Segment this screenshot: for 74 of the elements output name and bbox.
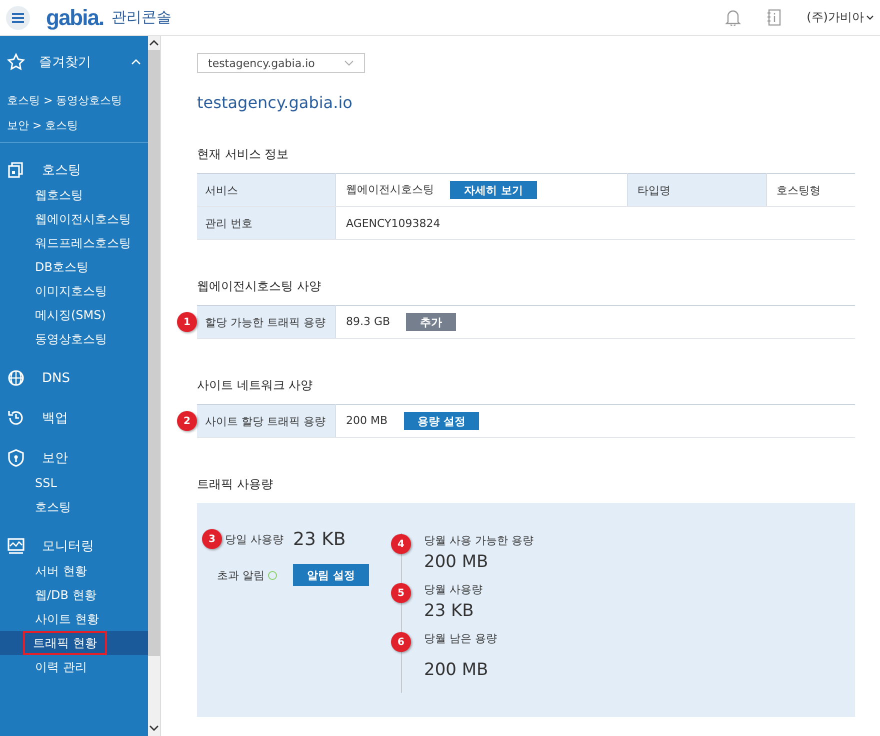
chevron-down-icon [344, 60, 354, 66]
stat-label: 당월 사용 가능한 용량 [424, 533, 534, 548]
label-cell: 타입명 [627, 174, 766, 206]
section-title: 현재 서비스 정보 [197, 146, 290, 163]
step-badge: 5 [391, 583, 411, 603]
stat-value: 200 MB [424, 552, 490, 572]
shield-icon [7, 449, 25, 467]
scroll-down-icon[interactable] [149, 725, 159, 732]
usage-label: 당일 사용량 [225, 532, 284, 546]
action-button[interactable]: 용량 설정 [404, 412, 480, 430]
nav-group[interactable]: 호스팅 [42, 161, 81, 179]
alert-label: 초과 알림 [217, 568, 264, 582]
nav-group[interactable]: DNS [42, 370, 70, 386]
globe-icon [7, 369, 25, 387]
stat-label: 당월 사용량 [424, 582, 484, 597]
monitor-icon [7, 537, 25, 555]
nav-item[interactable]: 메시징(SMS) [0, 303, 148, 327]
domain-select[interactable]: testagency.gabia.io [197, 53, 365, 73]
usage-value: 23 KB [293, 528, 346, 550]
section-title: 웹에이전시호스팅 사양 [197, 278, 322, 295]
nav-group[interactable]: 보안 [42, 449, 68, 467]
bell-icon[interactable] [724, 9, 741, 26]
stat-label: 당월 남은 용량 [424, 631, 498, 646]
history-icon [7, 409, 25, 427]
stat-value: 23 KB [424, 601, 475, 621]
menu-icon [11, 12, 25, 24]
nav-item[interactable]: 워드프레스호스팅 [0, 231, 148, 255]
nav-item[interactable]: 호스팅 [0, 495, 148, 519]
logo[interactable]: gabia. [46, 4, 104, 30]
menu-button[interactable] [6, 6, 30, 30]
action-button[interactable]: 알림 설정 [293, 564, 369, 586]
scrollbar[interactable] [148, 36, 161, 736]
nav-item[interactable]: 이력 관리 [0, 655, 148, 679]
nav-item[interactable]: SSL [0, 471, 148, 495]
nav-item[interactable]: 사이트 현황 [0, 607, 148, 631]
chevron-down-icon [866, 14, 874, 20]
star-icon [7, 53, 25, 71]
step-badge: 1 [177, 312, 197, 332]
account-menu[interactable]: (주)가비아 [806, 9, 874, 26]
nav-item[interactable]: DB호스팅 [0, 255, 148, 279]
app-title: 관리콘솔 [112, 8, 172, 27]
stat-value: 200 MB [424, 660, 490, 680]
label-cell: 서비스 [197, 174, 336, 206]
step-badge: 2 [177, 411, 197, 431]
nav-group[interactable]: 모니터링 [42, 537, 94, 555]
nav-item[interactable]: 웹호스팅 [0, 183, 148, 207]
step-badge: 6 [391, 632, 411, 652]
pages-icon [7, 161, 25, 179]
value-text: 200 MB [346, 414, 388, 428]
section-title: 트래픽 사용량 [197, 476, 274, 493]
favorites-header[interactable]: 즐겨찾기 [39, 53, 117, 71]
nav-item[interactable]: 웹/DB 현황 [0, 583, 148, 607]
nav-item[interactable]: 트래픽 현황 [0, 631, 148, 655]
section-title: 사이트 네트워크 사양 [197, 377, 314, 394]
scroll-up-icon[interactable] [149, 39, 159, 46]
step-badge: 4 [391, 534, 411, 554]
value-text: AGENCY1093824 [346, 216, 440, 230]
action-button[interactable]: 추가 [406, 313, 456, 331]
chevron-up-icon[interactable] [131, 59, 141, 65]
nav-item[interactable]: 서버 현황 [0, 559, 148, 583]
step-badge: 3 [202, 529, 222, 549]
value-text: 웹에이전시호스팅 [346, 183, 434, 196]
info-icon[interactable] [766, 9, 781, 26]
favorite-item[interactable]: 호스팅 > 동영상호스팅 [0, 88, 148, 113]
nav-item[interactable]: 동영상호스팅 [0, 327, 148, 351]
value-text: 호스팅형 [776, 184, 821, 196]
value-text: 89.3 GB [346, 315, 390, 328]
nav-item[interactable]: 웹에이전시호스팅 [0, 207, 148, 231]
label-cell: 관리 번호 [197, 206, 336, 240]
domain-title: testagency.gabia.io [197, 93, 354, 112]
nav-group[interactable]: 백업 [42, 409, 68, 427]
favorite-item[interactable]: 보안 > 호스팅 [0, 113, 148, 138]
nav-item[interactable]: 이미지호스팅 [0, 279, 148, 303]
action-button[interactable]: 자세히 보기 [450, 181, 537, 199]
